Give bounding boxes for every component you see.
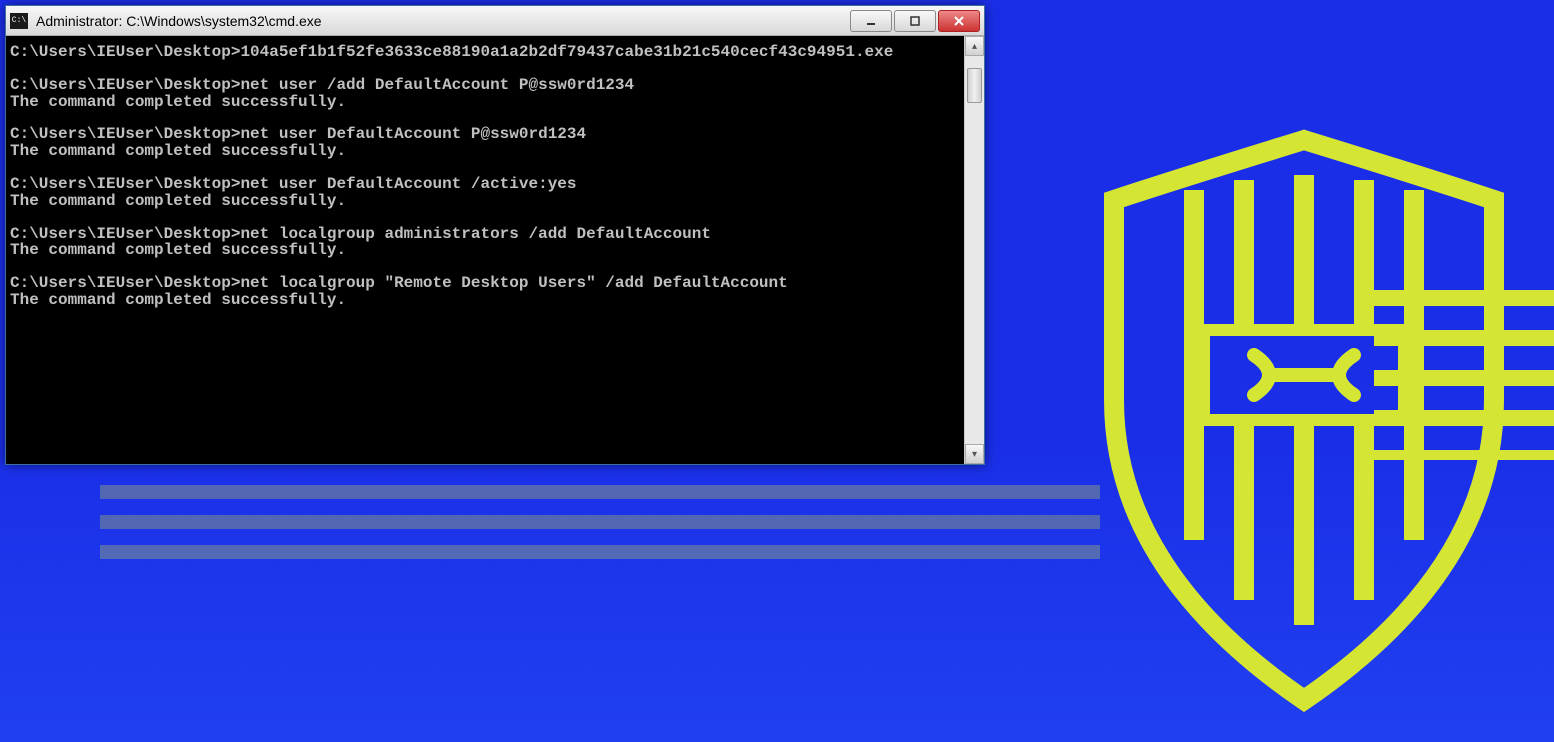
minimize-button[interactable] [850,10,892,32]
terminal-content[interactable]: C:\Users\IEUser\Desktop>104a5ef1b1f52fe3… [6,36,964,464]
scroll-down-arrow[interactable]: ▾ [965,444,984,464]
background-stripes-lower [100,475,1100,595]
background-stripes-right [1374,290,1554,440]
cmd-body: C:\Users\IEUser\Desktop>104a5ef1b1f52fe3… [6,36,984,464]
maximize-button[interactable] [894,10,936,32]
scroll-track[interactable] [965,56,984,444]
window-controls [850,10,980,32]
vertical-scrollbar: ▴ ▾ [964,36,984,464]
cmd-window: C:\ Administrator: C:\Windows\system32\c… [5,5,985,465]
close-button[interactable] [938,10,980,32]
window-title: Administrator: C:\Windows\system32\cmd.e… [36,13,850,29]
scroll-thumb[interactable] [967,68,982,103]
cmd-icon: C:\ [10,13,28,29]
window-titlebar[interactable]: C:\ Administrator: C:\Windows\system32\c… [6,6,984,36]
scroll-up-arrow[interactable]: ▴ [965,36,984,56]
